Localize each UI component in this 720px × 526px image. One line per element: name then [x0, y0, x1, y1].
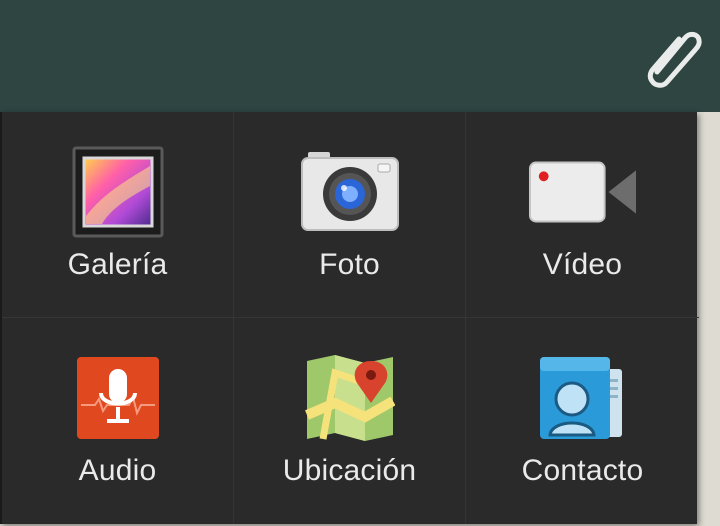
attach-item-gallery[interactable]: Galería: [2, 112, 234, 318]
attach-item-photo[interactable]: Foto: [234, 112, 466, 318]
video-camera-icon: [528, 142, 638, 242]
camera-icon: [295, 142, 405, 242]
paperclip-icon: [647, 31, 702, 88]
attach-item-label: Foto: [319, 248, 380, 281]
map-pin-icon: [295, 348, 405, 448]
attach-item-label: Contacto: [521, 454, 644, 487]
attach-item-audio[interactable]: Audio: [2, 318, 234, 524]
attach-item-contact[interactable]: Contacto: [466, 318, 699, 524]
gallery-icon: [63, 142, 173, 242]
attach-button[interactable]: [634, 12, 710, 98]
microphone-icon: [63, 348, 173, 448]
attach-item-location[interactable]: Ubicación: [234, 318, 466, 524]
attach-item-label: Vídeo: [542, 248, 623, 281]
top-bar: [0, 0, 720, 112]
attach-menu: Galería Foto Vídeo Audio Ubicación Conta…: [0, 112, 699, 524]
contact-card-icon: [528, 348, 638, 448]
attach-item-label: Ubicación: [282, 454, 417, 487]
attach-item-label: Galería: [67, 248, 168, 281]
attach-item-label: Audio: [78, 454, 157, 487]
attach-item-video[interactable]: Vídeo: [466, 112, 699, 318]
